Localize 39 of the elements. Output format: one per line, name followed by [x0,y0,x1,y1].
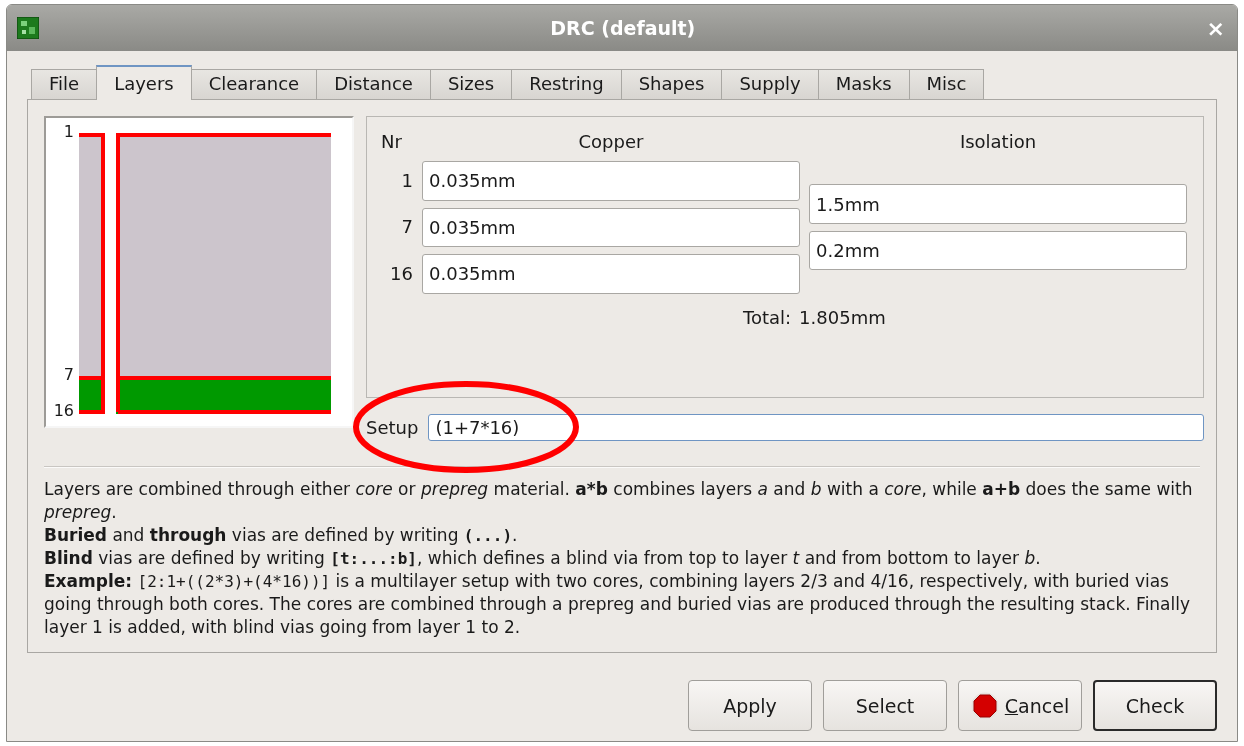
layer-number: 16 [389,263,413,284]
setup-field[interactable]: (1+7*16) [428,414,1204,441]
dialog-button[interactable]: Cancel [958,680,1082,731]
help-text: Buried and through vias are defined by writing (...). [44,524,519,547]
column-header: Copper [577,131,645,154]
total-label: Total: [743,306,792,328]
dialog-button[interactable]: Check [1093,680,1217,731]
tab[interactable]: Restring [511,69,622,99]
dialog-button[interactable]: Apply [688,680,812,731]
tab[interactable]: Supply [721,69,819,99]
tab[interactable]: Masks [817,69,910,99]
setup-label: Setup [366,416,419,438]
stop-icon [970,691,999,720]
copper-field[interactable]: 0.035mm [422,161,800,201]
copper-field[interactable]: 0.035mm [422,207,800,248]
layer-label: 7 [63,365,74,384]
total-value: 1.805mm [799,306,886,328]
column-header: Isolation [958,131,1038,154]
tab[interactable]: Layers [96,65,192,100]
app-icon [17,17,39,39]
window-title: DRC (default) [549,17,697,39]
copper-field[interactable]: 0.035mm [422,254,800,294]
tab[interactable]: Distance [316,69,431,99]
tab[interactable]: Clearance [190,69,318,99]
layer-number: 1 [400,169,413,191]
tab[interactable]: Sizes [429,69,513,99]
column-header: Nr [381,131,403,154]
isolation-field[interactable]: 0.2mm [809,230,1187,271]
layer-number: 7 [400,216,413,238]
tab[interactable]: Misc [908,69,985,99]
tab[interactable]: Shapes [620,69,723,99]
help-text: Example: [2:1+((2*3)+(4*16))] is a multilayer setup with two cores, combining layers 2/3 and 4/16, respectively, with buried vias going through both cores. The cores are combined through a prepreg and buried vias are produced through the resulting stack. Finally layer 1 is added, with blind vias going from layer 1 to 2. [44,570,1192,639]
layer-label: 1 [63,122,74,141]
help-text: Layers are combined through either core or prepreg material. a*b combines layers a and b with a core, while a+b does the same with prepreg. [44,478,1194,524]
tab[interactable]: File [31,69,98,99]
isolation-field[interactable]: 1.5mm [809,184,1187,224]
dialog-button[interactable]: Select [823,680,947,731]
help-text: Blind vias are defined by writing [t:...:b], which defines a blind via from top to layer t and from bottom to layer b. [44,547,1042,570]
layer-label: 16 [53,401,74,420]
